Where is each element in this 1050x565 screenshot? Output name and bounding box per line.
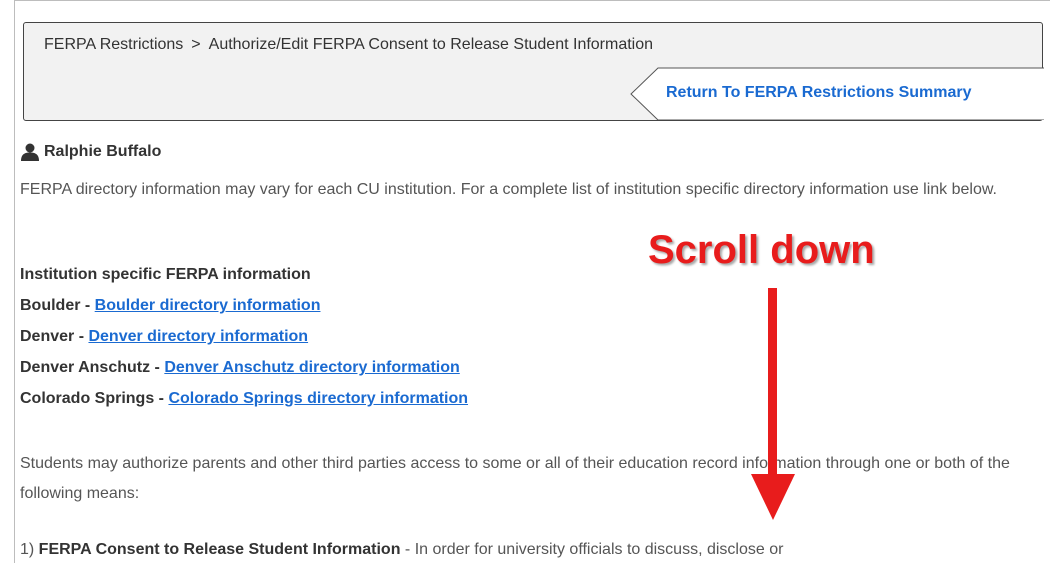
consent-item-prefix: 1): [20, 541, 39, 558]
institution-row-denver-anschutz: Denver Anschutz - Denver Anschutz direct…: [20, 352, 468, 383]
breadcrumb: FERPA Restrictions > Authorize/Edit FERPA …: [44, 36, 653, 54]
intro-paragraph: FERPA directory information may vary for…: [20, 181, 997, 198]
consent-item: 1) FERPA Consent to Release Student Info…: [20, 535, 783, 565]
return-tab[interactable]: Return To FERPA Restrictions Summary: [630, 67, 1044, 120]
arrow-down-icon: [751, 288, 795, 520]
institution-label: Boulder -: [20, 297, 95, 314]
denver-anschutz-directory-link[interactable]: Denver Anschutz directory information: [164, 359, 459, 376]
denver-directory-link[interactable]: Denver directory information: [88, 328, 308, 345]
student-name: Ralphie Buffalo: [44, 143, 162, 160]
institution-label: Colorado Springs -: [20, 390, 169, 407]
consent-item-title: FERPA Consent to Release Student Informa…: [38, 541, 401, 558]
institution-row-colorado-springs: Colorado Springs - Colorado Springs dire…: [20, 383, 468, 414]
colorado-springs-directory-link[interactable]: Colorado Springs directory information: [168, 390, 468, 407]
page-header: FERPA Restrictions > Authorize/Edit FERPA …: [23, 22, 1044, 121]
institution-label: Denver -: [20, 328, 89, 345]
institution-row-boulder: Boulder - Boulder directory information: [20, 290, 468, 321]
institution-heading: Institution specific FERPA information: [20, 266, 311, 283]
consent-item-text: - In order for university officials to d…: [400, 541, 784, 558]
boulder-directory-link[interactable]: Boulder directory information: [95, 297, 321, 314]
return-to-summary-link[interactable]: Return To FERPA Restrictions Summary: [666, 84, 972, 102]
institution-row-denver: Denver - Denver directory information: [20, 321, 468, 352]
breadcrumb-item-current: Authorize/Edit FERPA Consent to Release …: [208, 36, 654, 53]
institution-links: Institution specific FERPA information B…: [20, 259, 468, 414]
user-icon: [21, 143, 39, 161]
access-paragraph: Students may authorize parents and other…: [20, 455, 1010, 502]
student-info: Ralphie Buffalo: [20, 143, 161, 161]
scroll-down-annotation: Scroll down: [648, 228, 875, 272]
breadcrumb-separator: >: [191, 36, 201, 53]
breadcrumb-item-ferpa-restrictions[interactable]: FERPA Restrictions: [44, 36, 183, 53]
institution-label: Denver Anschutz -: [20, 359, 165, 376]
